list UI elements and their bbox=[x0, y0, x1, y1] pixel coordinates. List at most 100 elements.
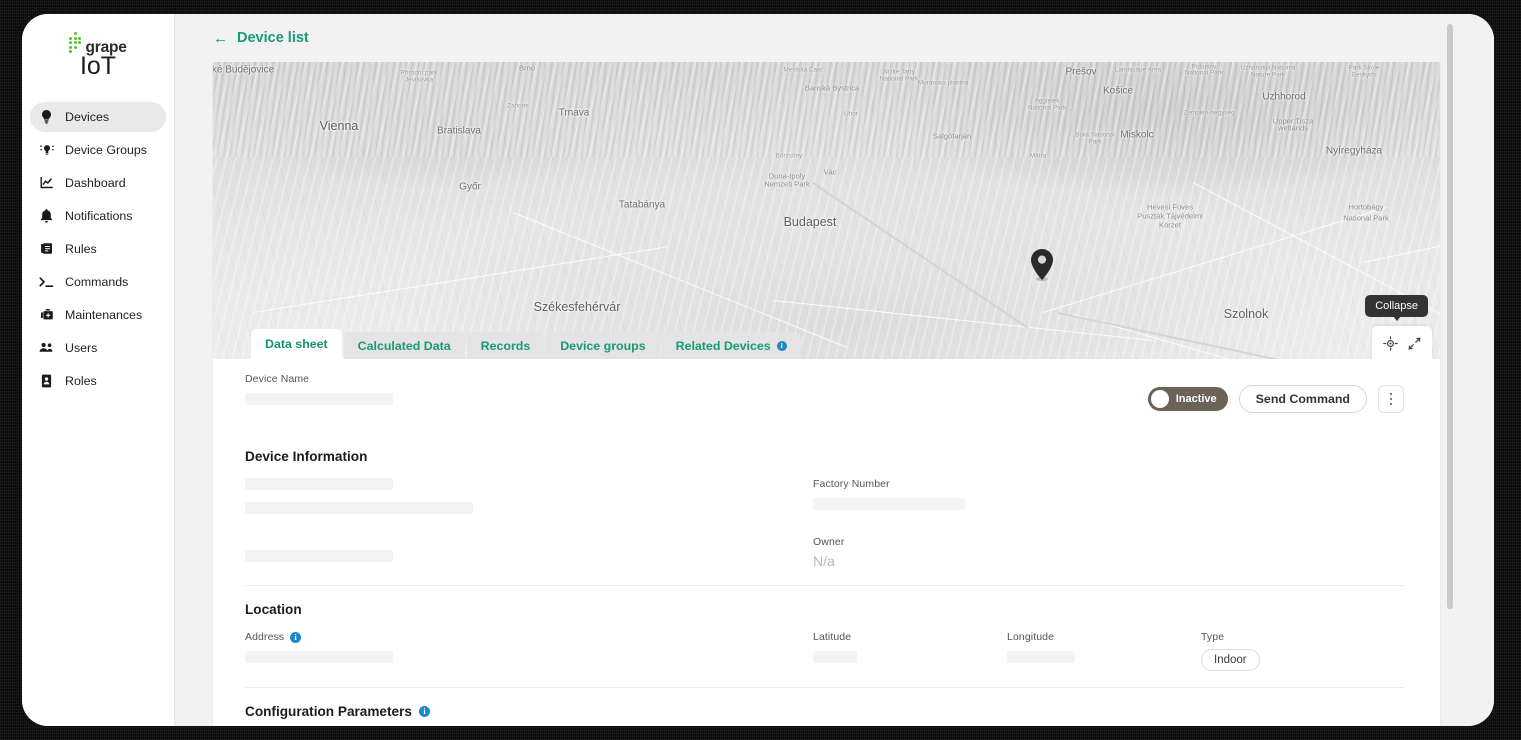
map-label: Szolnok bbox=[1223, 306, 1269, 321]
tab-label: Device groups bbox=[560, 338, 646, 353]
app-logo: grape IoT bbox=[22, 32, 174, 80]
map-label: Vác bbox=[823, 167, 837, 177]
tab-data-sheet[interactable]: Data sheet bbox=[251, 329, 342, 359]
map-label: Mátra bbox=[1029, 152, 1047, 160]
section-title-text: Location bbox=[245, 602, 302, 617]
map-label: National Park bbox=[1184, 69, 1224, 77]
map-label: Trnava bbox=[558, 107, 590, 119]
longitude-placeholder bbox=[1007, 651, 1075, 663]
tab-device-groups[interactable]: Device groups bbox=[546, 332, 660, 359]
map-label: Börzsöny bbox=[775, 152, 803, 160]
sidebar-item-label: Users bbox=[65, 340, 98, 355]
toggle-knob bbox=[1150, 390, 1169, 408]
sidebar-item-label: Device Groups bbox=[65, 142, 147, 157]
rules-icon bbox=[39, 241, 54, 256]
sidebar-item-device-groups[interactable]: Device Groups bbox=[30, 135, 166, 165]
tab-records[interactable]: Records bbox=[466, 332, 545, 359]
sidebar-item-dashboard[interactable]: Dashboard bbox=[30, 168, 166, 198]
map-label: Miskolc bbox=[1120, 129, 1154, 141]
tab-label: Data sheet bbox=[265, 337, 328, 351]
info-icon[interactable]: i bbox=[776, 340, 787, 351]
sidebar-item-devices[interactable]: Devices bbox=[30, 101, 166, 132]
coordinates-columns: Latitude Longitude Type Indoor bbox=[813, 631, 1404, 671]
kebab-menu-icon[interactable] bbox=[1378, 385, 1404, 413]
sidebar-item-notifications[interactable]: Notifications bbox=[30, 201, 166, 231]
status-toggle[interactable]: Inactive bbox=[1147, 387, 1228, 411]
detail-tabs: Data sheet Calculated Data Records Device g… bbox=[251, 329, 801, 359]
vertical-scrollbar[interactable] bbox=[1447, 24, 1453, 609]
map-label: Vienna bbox=[319, 118, 359, 133]
map-label: wetlands bbox=[1278, 123, 1308, 133]
sidebar-item-label: Roles bbox=[65, 373, 97, 388]
address-label: Address i bbox=[245, 631, 813, 643]
toolbox-icon bbox=[39, 307, 54, 322]
map-label: Székesfehérvár bbox=[533, 299, 621, 314]
breadcrumb-label: Device list bbox=[237, 30, 309, 46]
type-field: Type Indoor bbox=[1201, 631, 1260, 671]
info-icon[interactable]: i bbox=[290, 631, 302, 643]
sidebar-nav: Devices Device Groups Dashboard Notifica… bbox=[22, 101, 174, 396]
map-label: National Park bbox=[1027, 104, 1067, 112]
map-label: Bratislava bbox=[437, 125, 481, 137]
map-label: Beskyds bbox=[1351, 71, 1377, 79]
sidebar-item-users[interactable]: Users bbox=[30, 333, 166, 363]
back-to-device-list-link[interactable]: ← Device list bbox=[213, 30, 309, 46]
info-placeholder-2 bbox=[245, 502, 473, 514]
device-detail-panel: ké Budějovice Přírodní park Jevišovka Brno V… bbox=[213, 62, 1440, 726]
terminal-icon bbox=[39, 274, 54, 289]
factory-number-label: Factory Number bbox=[813, 478, 890, 490]
map-label: ké Budějovice bbox=[213, 64, 275, 76]
sidebar-item-label: Commands bbox=[65, 274, 129, 289]
device-name-placeholder bbox=[245, 393, 393, 405]
owner-value: N/a bbox=[813, 553, 835, 569]
section-title-text: Device Information bbox=[245, 449, 368, 464]
address-placeholder bbox=[245, 651, 393, 663]
latitude-placeholder bbox=[813, 651, 857, 663]
location-heading: Location bbox=[245, 602, 1404, 617]
map-label: Zemplén-hegység bbox=[1183, 109, 1235, 117]
sidebar-item-label: Dashboard bbox=[65, 175, 126, 190]
sidebar: grape IoT Devices Device Groups Dashboar… bbox=[22, 14, 175, 726]
tab-calculated-data[interactable]: Calculated Data bbox=[343, 332, 465, 359]
sidebar-item-rules[interactable]: Rules bbox=[30, 234, 166, 264]
map-label: Körzet bbox=[1159, 220, 1181, 230]
map-controls bbox=[1372, 326, 1432, 359]
map-label: Brno bbox=[518, 63, 536, 73]
scroll-area[interactable]: ké Budějovice Přírodní park Jevišovka Brno V… bbox=[175, 62, 1494, 726]
tab-related-devices[interactable]: Related Devices i bbox=[661, 332, 801, 359]
map-label: Landscape Area bbox=[1114, 66, 1162, 74]
sidebar-item-commands[interactable]: Commands bbox=[30, 267, 166, 297]
info-icon[interactable]: i bbox=[418, 706, 430, 717]
locate-icon[interactable] bbox=[1380, 333, 1400, 353]
map-label: Nature Park bbox=[1250, 71, 1286, 79]
map-label: Hortobágy bbox=[1348, 202, 1384, 212]
sidebar-item-maintenances[interactable]: Maintenances bbox=[30, 300, 166, 330]
top-bar: ← Device list bbox=[175, 14, 1494, 62]
map-label: Tatabánya bbox=[618, 199, 666, 211]
location-map[interactable]: ké Budějovice Přírodní park Jevišovka Brno V… bbox=[213, 62, 1440, 359]
collapse-icon[interactable] bbox=[1404, 333, 1424, 353]
send-command-button[interactable]: Send Command bbox=[1238, 385, 1367, 413]
collapse-tooltip: Collapse bbox=[1365, 295, 1428, 321]
map-label: Zahorie bbox=[507, 102, 529, 110]
map-label: Salgótarján bbox=[932, 131, 972, 141]
factory-number-field: Factory Number bbox=[813, 478, 1404, 510]
map-label: Prešov bbox=[1065, 66, 1097, 78]
map-label: Budapest bbox=[783, 214, 837, 229]
map-pin-icon[interactable] bbox=[1030, 249, 1054, 286]
chart-icon bbox=[39, 175, 54, 190]
map-label: Uzhhorod bbox=[1262, 91, 1306, 103]
latitude-field: Latitude bbox=[813, 631, 1007, 671]
back-arrow-icon: ← bbox=[213, 29, 228, 47]
info-placeholder-1 bbox=[245, 478, 393, 490]
device-information-left-column bbox=[245, 478, 813, 569]
address-field: Address i bbox=[245, 631, 813, 671]
device-actions: Inactive Send Command bbox=[1147, 385, 1404, 413]
sidebar-item-roles[interactable]: Roles bbox=[30, 366, 166, 396]
bell-icon bbox=[39, 208, 54, 223]
roles-icon bbox=[39, 373, 54, 388]
owner-label: Owner bbox=[813, 536, 845, 548]
tab-label: Calculated Data bbox=[357, 338, 451, 353]
configuration-parameters-heading: Configuration Parameters i bbox=[245, 704, 1404, 719]
map-label: Nyíregyháza bbox=[1325, 145, 1383, 157]
